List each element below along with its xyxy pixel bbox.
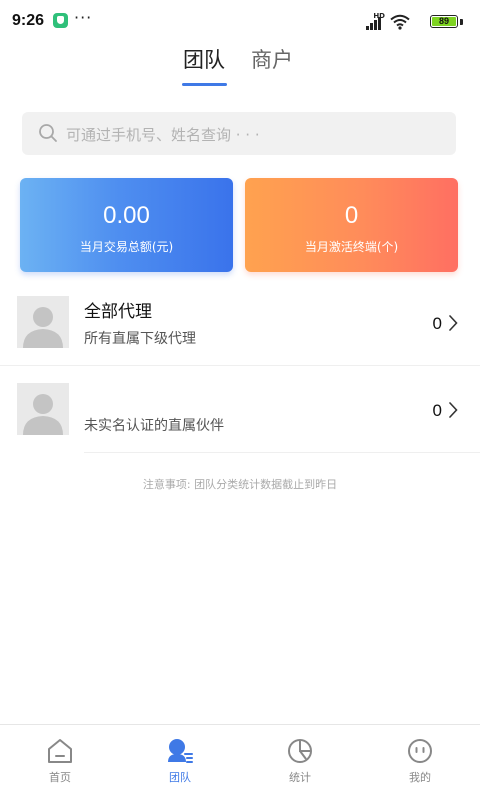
pie-chart-icon — [288, 739, 312, 763]
list-item-unverified-partners[interactable]: 未实名认证的直属伙伴 0 — [0, 369, 480, 455]
more-notifications-icon: ··· — [74, 8, 93, 27]
list-item-count: 0 — [432, 314, 442, 333]
wifi-icon — [390, 14, 410, 30]
list-item-subtitle: 所有直属下级代理 — [84, 331, 196, 347]
active-tab-indicator — [182, 83, 227, 86]
search-input[interactable]: 可通过手机号、姓名查询 · · · — [22, 112, 456, 155]
list-item-title: 全部代理 — [84, 302, 152, 322]
monthly-transaction-label: 当月交易总额(元) — [79, 240, 174, 254]
battery-icon: 89 — [430, 15, 458, 28]
nav-item-profile[interactable]: 我的 — [360, 725, 480, 800]
nav-item-team[interactable]: 团队 — [120, 725, 240, 800]
tab-merchant[interactable]: 商户 — [251, 44, 293, 74]
avatar — [17, 383, 69, 435]
avatar — [17, 296, 69, 348]
team-icon — [168, 739, 193, 763]
monthly-activated-label: 当月激活终端(个) — [304, 240, 399, 254]
nav-item-statistics[interactable]: 统计 — [240, 725, 360, 800]
chevron-right-icon — [449, 315, 458, 331]
profile-icon — [408, 739, 432, 763]
home-icon — [48, 739, 72, 763]
monthly-transaction-value: 0.00 — [103, 202, 150, 229]
status-time: 9:26 — [12, 12, 45, 29]
list-item-all-agents[interactable]: 全部代理 所有直属下级代理 0 — [0, 282, 480, 368]
monthly-activated-card[interactable]: 0 当月激活终端(个) — [245, 178, 458, 272]
chevron-right-icon — [449, 402, 458, 418]
search-placeholder: 可通过手机号、姓名查询 · · · — [66, 126, 260, 144]
nav-label-statistics: 统计 — [289, 771, 311, 784]
shield-app-icon — [53, 13, 68, 28]
search-icon — [39, 124, 57, 142]
bottom-nav: 首页 团队 统计 我的 — [0, 724, 480, 800]
list-item-count: 0 — [432, 401, 442, 420]
top-tabs: 团队 商户 — [0, 40, 480, 90]
nav-label-team: 团队 — [169, 771, 191, 784]
nav-label-profile: 我的 — [409, 771, 431, 784]
signal-icon — [366, 17, 384, 30]
divider — [84, 452, 480, 453]
list-item-subtitle: 未实名认证的直属伙伴 — [84, 418, 224, 434]
notice-text: 注意事项: 团队分类统计数据截止到昨日 — [142, 478, 338, 491]
status-bar: 9:26 ··· HD 89 — [0, 0, 480, 40]
monthly-transaction-card[interactable]: 0.00 当月交易总额(元) — [20, 178, 233, 272]
battery-level: 89 — [432, 17, 456, 26]
tab-team[interactable]: 团队 — [183, 44, 225, 74]
divider — [0, 365, 480, 366]
monthly-activated-value: 0 — [344, 202, 359, 229]
nav-label-home: 首页 — [49, 771, 71, 784]
nav-item-home[interactable]: 首页 — [0, 725, 120, 800]
